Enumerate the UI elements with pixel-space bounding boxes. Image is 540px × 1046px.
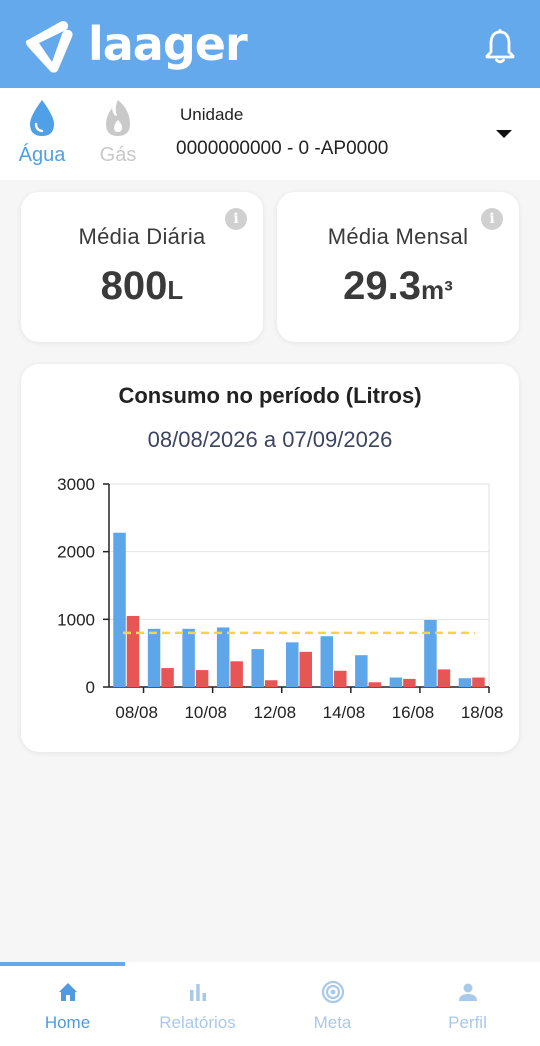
bar-chart-icon bbox=[189, 984, 206, 1001]
nav-perfil[interactable]: Perfil bbox=[400, 980, 535, 1033]
y-tick-label: 2000 bbox=[57, 543, 95, 562]
monthly-average-unit: m³ bbox=[421, 275, 453, 305]
utility-label-agua: Água bbox=[18, 144, 66, 166]
target-icon bbox=[321, 980, 344, 1004]
flame-icon bbox=[106, 100, 130, 136]
water-drop-icon bbox=[30, 100, 54, 136]
bar bbox=[424, 620, 437, 687]
x-tick-label: 14/08 bbox=[323, 703, 366, 722]
monthly-average-value: 29.3m³ bbox=[277, 264, 519, 309]
bar bbox=[264, 680, 278, 687]
bar bbox=[403, 678, 416, 687]
bar bbox=[458, 678, 472, 687]
daily-average-number: 800 bbox=[100, 264, 168, 308]
bar bbox=[320, 636, 334, 687]
bar bbox=[216, 627, 230, 687]
app-header: laager bbox=[0, 0, 540, 88]
utility-tab-gas[interactable]: Gás bbox=[88, 98, 148, 167]
nav-home[interactable]: Home bbox=[0, 980, 135, 1033]
bar bbox=[355, 655, 368, 687]
daily-average-unit: L bbox=[167, 275, 184, 305]
unit-label: Unidade bbox=[180, 105, 244, 124]
active-tab-indicator bbox=[0, 962, 125, 966]
nav-relatorios-label: Relatórios bbox=[159, 1013, 236, 1032]
bar bbox=[368, 682, 382, 687]
laager-logo: laager bbox=[22, 14, 248, 74]
daily-average-value: 800L bbox=[21, 264, 263, 309]
y-tick-label: 0 bbox=[86, 678, 95, 697]
bar bbox=[389, 677, 403, 687]
bar bbox=[113, 532, 126, 687]
bar bbox=[161, 668, 174, 687]
y-tick-label: 3000 bbox=[57, 475, 95, 494]
monthly-average-title: Média Mensal bbox=[327, 224, 469, 249]
bar bbox=[334, 670, 347, 687]
nav-meta-label: Meta bbox=[313, 1013, 352, 1032]
utility-label-gas: Gás bbox=[99, 144, 137, 166]
person-icon bbox=[458, 983, 477, 1001]
x-tick-label: 10/08 bbox=[184, 703, 227, 722]
daily-average-card: i Média Diária 800L bbox=[21, 192, 263, 342]
bar bbox=[182, 628, 195, 687]
x-tick-label: 12/08 bbox=[254, 703, 297, 722]
consumption-bar-chart: 0 1000 2000 3000 08/08 10/08 12/08 14/08 16/08 18… bbox=[57, 475, 504, 722]
consumption-chart-card: Consumo no período (Litros) 08/08/2026 a… bbox=[21, 364, 519, 752]
bell-icon[interactable] bbox=[484, 28, 516, 64]
bar bbox=[472, 677, 485, 687]
x-tick-label: 16/08 bbox=[392, 703, 435, 722]
info-icon[interactable]: i bbox=[225, 208, 247, 230]
bar bbox=[286, 642, 299, 687]
unit-value[interactable]: 0000000000 - 0 -AP0000 bbox=[176, 138, 388, 160]
bar bbox=[147, 628, 161, 687]
bar bbox=[195, 670, 209, 687]
nav-perfil-label: Perfil bbox=[448, 1013, 487, 1032]
bar bbox=[126, 615, 140, 687]
bar bbox=[230, 661, 243, 687]
info-icon[interactable]: i bbox=[481, 208, 503, 230]
utility-selector-bar: Água Gás Unidade 0000000000 - 0 -AP0000 bbox=[0, 88, 540, 180]
bar bbox=[437, 669, 451, 687]
x-tick-label: 08/08 bbox=[115, 703, 158, 722]
daily-average-title: Média Diária bbox=[78, 224, 206, 249]
utility-tab-agua[interactable]: Água bbox=[12, 98, 72, 167]
nav-home-label: Home bbox=[44, 1013, 91, 1032]
laager-logo-icon bbox=[25, 21, 73, 73]
nav-relatorios[interactable]: Relatórios bbox=[130, 980, 265, 1033]
nav-meta[interactable]: Meta bbox=[265, 980, 400, 1033]
bottom-navigation: Home Relatórios Meta Perfil bbox=[0, 962, 540, 1046]
x-tick-label: 18/08 bbox=[461, 703, 504, 722]
monthly-average-number: 29.3 bbox=[343, 264, 422, 308]
caret-down-icon[interactable] bbox=[496, 130, 512, 138]
bar bbox=[251, 649, 264, 687]
brand-name: laager bbox=[88, 17, 248, 71]
y-tick-label: 1000 bbox=[57, 610, 95, 629]
home-icon bbox=[58, 983, 77, 1001]
bar bbox=[299, 651, 312, 687]
monthly-average-card: i Média Mensal 29.3m³ bbox=[277, 192, 519, 342]
